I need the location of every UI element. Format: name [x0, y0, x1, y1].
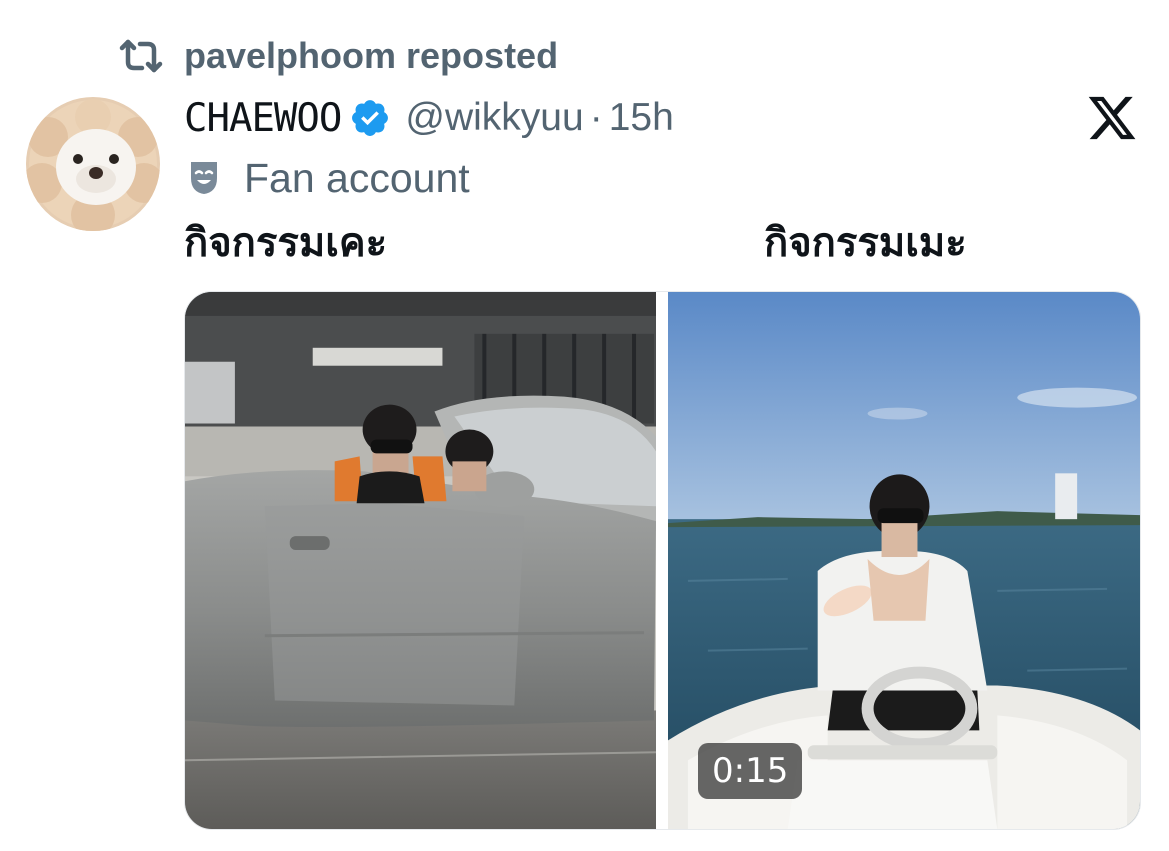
repost-icon — [118, 36, 164, 76]
handle[interactable]: @wikkyuu — [405, 96, 583, 139]
timestamp[interactable]: 15h — [609, 96, 674, 139]
author-row: CHAEWOO @wikkyuu · 15h — [184, 92, 674, 144]
media-video-boat[interactable]: 0:15 — [668, 292, 1140, 829]
media-photo-car[interactable] — [185, 292, 656, 829]
post-caption-right: กิจกรรมเมะ — [764, 221, 967, 265]
media-grid: 0:15 — [184, 291, 1141, 830]
post-caption-left: กิจกรรมเคะ — [184, 221, 388, 265]
avatar[interactable] — [26, 97, 160, 231]
account-label-text: Fan account — [244, 154, 470, 201]
verified-badge-icon — [352, 100, 389, 136]
display-name[interactable]: CHAEWOO — [184, 96, 342, 141]
repost-text: pavelphoom reposted — [184, 35, 559, 76]
meta-separator: · — [589, 96, 603, 139]
repost-indicator[interactable]: pavelphoom reposted — [118, 34, 558, 78]
theater-mask-icon — [184, 158, 224, 198]
x-logo-icon[interactable] — [1086, 92, 1138, 144]
account-label[interactable]: Fan account — [184, 152, 470, 204]
video-duration-badge: 0:15 — [698, 743, 803, 799]
tweet-card: pavelphoom reposted CHAEWOO @wikkyuu · 15h — [0, 0, 1169, 851]
